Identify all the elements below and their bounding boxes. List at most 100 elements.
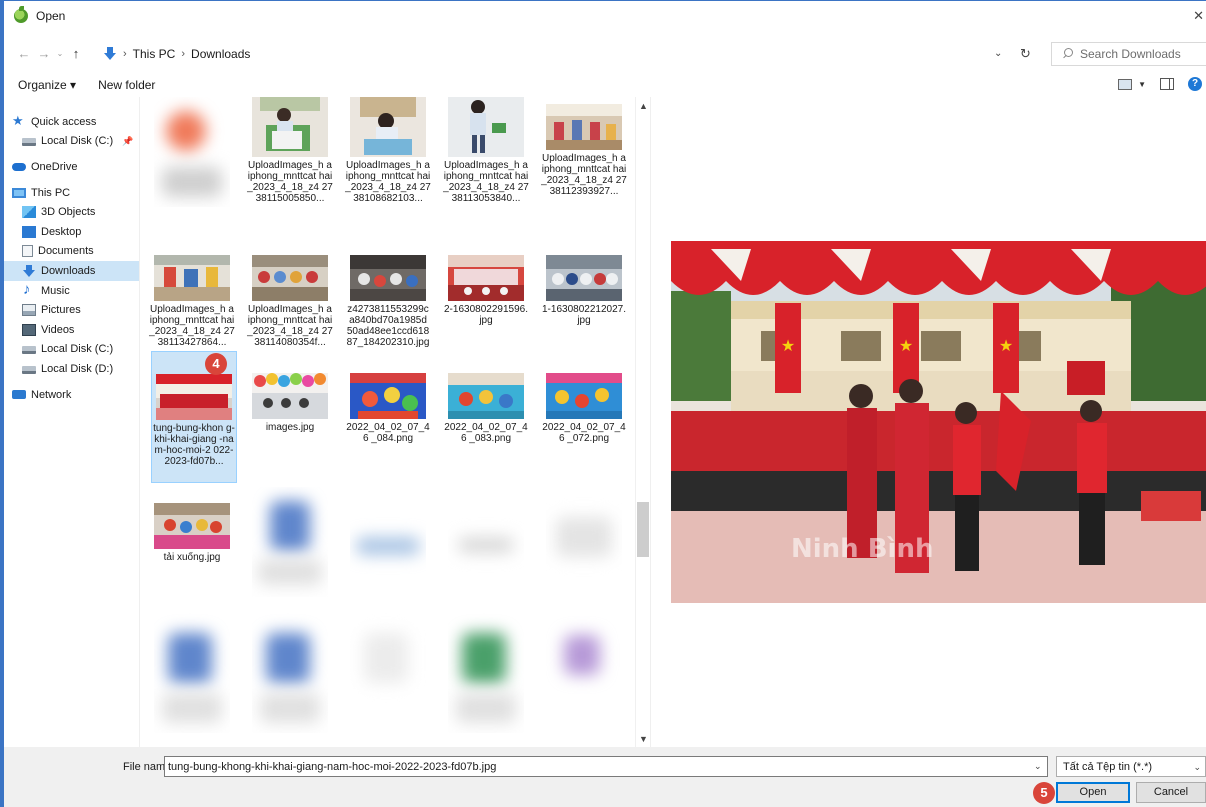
window-title: Open — [36, 9, 66, 23]
navigation-pane[interactable]: Quick access Local Disk (C:) 📌 OneDrive … — [4, 97, 140, 747]
file-name-dropdown-icon[interactable]: ⌄ — [1034, 761, 1042, 772]
help-icon[interactable]: ? — [1188, 77, 1202, 91]
file-item[interactable]: z4273811553299c a840bd70a1985d 50ad48ee1… — [345, 248, 431, 348]
file-type-select[interactable]: Tất cả Tệp tin (*.*) ⌄ — [1056, 756, 1206, 777]
sidebar-item-local-disk-c[interactable]: Local Disk (C:) — [4, 340, 139, 360]
file-thumbnail — [448, 487, 524, 597]
scrollbar-thumb[interactable] — [637, 502, 649, 557]
file-item[interactable]: UploadImages_h aiphong_mnttcat hai_2023_… — [247, 248, 333, 348]
sidebar-item-videos[interactable]: Videos — [4, 320, 139, 340]
file-item[interactable]: 2-1630802291596. jpg — [443, 248, 529, 326]
preview-pane: ★ ★ ★ Ninh Bình — [650, 97, 1206, 747]
scroll-up-icon[interactable]: ▲ — [639, 101, 648, 111]
file-name: UploadImages_h aiphong_mnttcat hai_2023_… — [247, 304, 333, 348]
cancel-button[interactable]: Cancel — [1136, 782, 1206, 803]
preview-watermark: Ninh Bình — [791, 534, 934, 564]
breadcrumb-downloads[interactable]: Downloads — [191, 47, 250, 61]
file-item-blurred[interactable] — [149, 97, 235, 217]
sidebar-item-music[interactable]: Music — [4, 281, 139, 301]
file-thumbnail — [154, 503, 230, 549]
breadcrumb-separator-icon[interactable]: › — [123, 48, 127, 60]
sidebar-item-network[interactable]: Network — [4, 385, 139, 405]
breadcrumb-this-pc[interactable]: This PC — [133, 47, 176, 61]
search-input[interactable] — [1080, 47, 1206, 61]
file-item-blurred[interactable] — [541, 613, 627, 743]
up-arrow-icon[interactable]: ↑ — [66, 46, 86, 61]
downloads-folder-icon — [103, 47, 117, 61]
view-options-chevron-icon[interactable]: ▼ — [1138, 80, 1146, 89]
file-name-input[interactable] — [164, 756, 1048, 777]
svg-text:★: ★ — [999, 336, 1013, 355]
file-item[interactable]: UploadImages_h aiphong_mnttcat hai_2023_… — [443, 97, 529, 204]
sidebar-item-this-pc[interactable]: This PC — [4, 183, 139, 203]
file-item[interactable]: UploadImages_h aiphong_mnttcat hai_2023_… — [149, 248, 235, 348]
file-name: UploadImages_h aiphong_mnttcat hai_2023_… — [541, 153, 627, 197]
sidebar-item-quick-access[interactable]: Quick access — [4, 112, 139, 132]
sidebar-item-downloads[interactable]: Downloads — [4, 261, 139, 281]
back-arrow-icon[interactable]: ← — [14, 46, 34, 61]
cube-icon — [22, 206, 36, 219]
file-item-blurred[interactable] — [345, 487, 431, 607]
breadcrumb-separator-icon[interactable]: › — [181, 48, 185, 60]
change-view-icon[interactable] — [1118, 78, 1133, 90]
sidebar-item-onedrive[interactable]: OneDrive — [4, 157, 139, 177]
file-thumbnail — [448, 255, 524, 301]
sidebar-item-label: Local Disk (C:) — [41, 343, 114, 356]
file-item-blurred[interactable] — [247, 487, 333, 607]
open-button[interactable]: Open — [1056, 782, 1130, 803]
file-thumbnail — [252, 613, 328, 733]
file-item-blurred[interactable] — [443, 487, 529, 607]
file-item[interactable]: 1-1630802212027. jpg — [541, 248, 627, 326]
refresh-icon[interactable]: ↻ — [1020, 46, 1031, 62]
sidebar-item-label: Downloads — [41, 264, 96, 277]
file-item[interactable]: tải xuống.jpg — [149, 493, 235, 563]
sidebar-item-documents[interactable]: Documents — [4, 242, 139, 262]
forward-arrow-icon[interactable]: → — [34, 46, 54, 61]
sidebar-item-local-disk-d[interactable]: Local Disk (D:) — [4, 359, 139, 379]
close-icon[interactable]: ✕ — [1193, 8, 1204, 24]
file-name: tải xuống.jpg — [163, 552, 221, 563]
file-thumbnail — [546, 487, 622, 597]
file-item[interactable]: 2022_04_02_07_46 _072.png — [541, 351, 627, 444]
file-item-blurred[interactable] — [541, 487, 627, 607]
pin-icon[interactable]: 📌 — [122, 136, 133, 147]
recent-chevron-icon[interactable]: ⌄ — [54, 49, 66, 58]
search-box[interactable] — [1051, 42, 1206, 66]
file-thumbnail — [252, 97, 328, 157]
file-item[interactable]: UploadImages_h aiphong_mnttcat hai_2023_… — [247, 97, 333, 204]
file-list-scrollbar[interactable]: ▲ ▼ — [635, 97, 650, 747]
file-type-chevron-icon: ⌄ — [1193, 762, 1201, 772]
file-item[interactable]: images.jpg — [247, 351, 333, 433]
svg-text:★: ★ — [781, 336, 795, 355]
app-icon — [14, 6, 28, 23]
file-item-blurred[interactable] — [345, 613, 431, 743]
file-list[interactable]: UploadImages_h aiphong_mnttcat hai_2023_… — [141, 97, 635, 747]
sidebar-item-label: 3D Objects — [41, 206, 96, 219]
step-badge-5: 5 — [1033, 782, 1055, 804]
file-item-blurred[interactable] — [247, 613, 333, 743]
file-item[interactable]: UploadImages_h aiphong_mnttcat hai_2023_… — [345, 97, 431, 204]
scroll-down-icon[interactable]: ▼ — [639, 734, 648, 744]
file-type-value: Tất cả Tệp tin (*.*) — [1063, 761, 1153, 773]
file-item[interactable]: UploadImages_h aiphong_mnttcat hai_2023_… — [541, 97, 627, 197]
address-bar[interactable]: › This PC › Downloads — [98, 42, 1038, 66]
file-item[interactable]: 2022_04_02_07_46 _084.png — [345, 351, 431, 444]
star-icon — [12, 113, 26, 129]
sidebar-item-local-disk-c-pinned[interactable]: Local Disk (C:) 📌 — [4, 132, 139, 152]
file-item-blurred[interactable] — [149, 613, 235, 743]
preview-pane-icon[interactable] — [1160, 78, 1174, 90]
sidebar-item-3d-objects[interactable]: 3D Objects — [4, 202, 139, 222]
organize-button[interactable]: Organize ▾ — [18, 78, 76, 92]
file-item-blurred[interactable] — [443, 613, 529, 743]
sidebar-item-label: Desktop — [41, 225, 82, 238]
file-item[interactable]: 2022_04_02_07_46 _083.png — [443, 351, 529, 444]
address-dropdown-icon[interactable]: ⌄ — [994, 48, 1002, 59]
sidebar-item-desktop[interactable]: Desktop — [4, 222, 139, 242]
sidebar-item-label: Network — [31, 388, 72, 401]
video-icon — [22, 323, 36, 336]
sidebar-item-pictures[interactable]: Pictures — [4, 300, 139, 320]
file-thumbnail — [350, 373, 426, 419]
file-thumbnail — [156, 374, 232, 420]
computer-icon — [12, 187, 26, 198]
new-folder-button[interactable]: New folder — [98, 78, 155, 92]
